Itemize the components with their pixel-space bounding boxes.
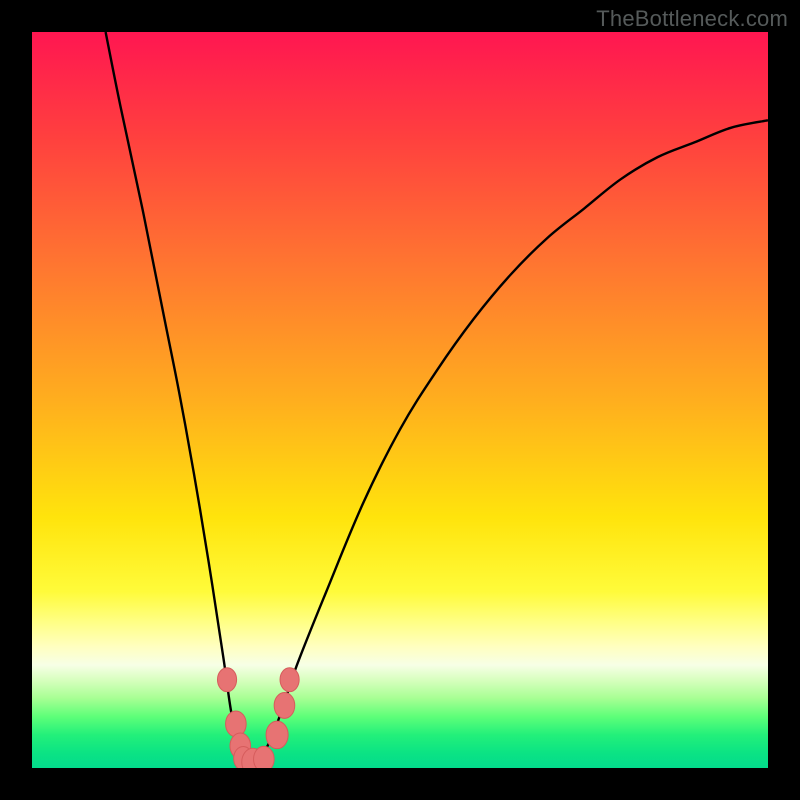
watermark-text: TheBottleneck.com (596, 6, 788, 32)
chart-frame: TheBottleneck.com (0, 0, 800, 800)
data-marker (254, 746, 275, 768)
data-marker (274, 693, 295, 719)
data-marker (280, 668, 299, 692)
data-marker (217, 668, 236, 692)
plot-area (32, 32, 768, 768)
curve-layer (32, 32, 768, 768)
bottleneck-curve (106, 32, 768, 763)
data-marker (226, 711, 247, 737)
data-markers (217, 668, 299, 768)
data-marker (266, 721, 288, 749)
